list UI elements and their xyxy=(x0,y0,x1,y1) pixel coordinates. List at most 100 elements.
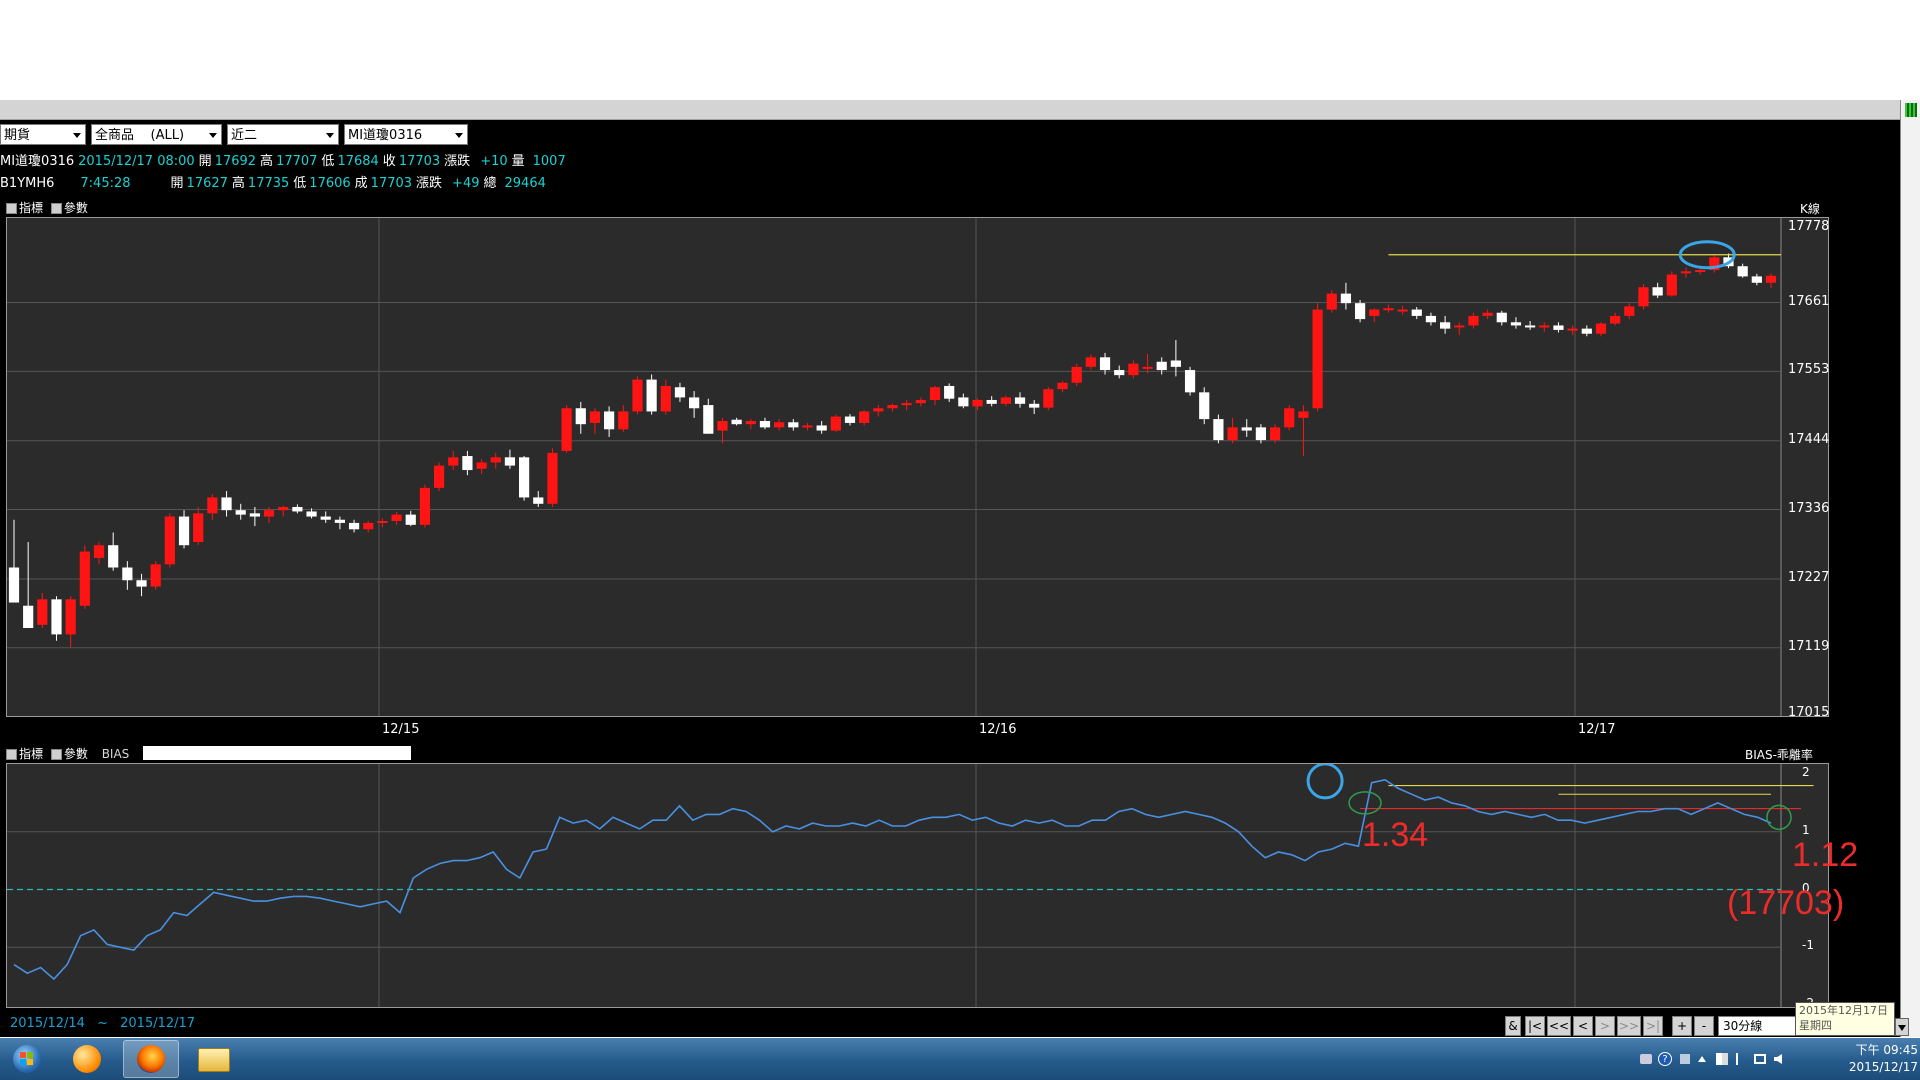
candle-body xyxy=(901,403,912,406)
candle-body xyxy=(334,519,345,523)
chevron-down-icon xyxy=(73,133,81,138)
scroll-down-button[interactable] xyxy=(1895,1018,1909,1036)
candle-body xyxy=(1312,309,1323,409)
zoom-out-button[interactable]: - xyxy=(1694,1016,1714,1036)
volume-icon[interactable] xyxy=(1774,1054,1782,1064)
taskbar-firefox[interactable] xyxy=(123,1040,179,1078)
candle-body xyxy=(660,385,671,412)
product-select[interactable]: 全商品 (ALL) xyxy=(91,124,222,145)
candle-body xyxy=(164,516,175,565)
candle-body xyxy=(1043,389,1054,408)
quote-datetime: 2015/12/17 08:00 xyxy=(78,154,195,169)
price-tick-label: 17661 xyxy=(1788,293,1830,309)
candle-body xyxy=(193,513,204,543)
forward-button[interactable]: > xyxy=(1595,1016,1615,1036)
candle-body xyxy=(887,405,898,409)
candle-body xyxy=(1610,315,1621,324)
candle-body xyxy=(1071,366,1082,383)
date-tooltip: 2015年12月17日 星期四 xyxy=(1795,1002,1895,1036)
taskbar-explorer[interactable] xyxy=(185,1040,241,1078)
market-select-value: 期貨 xyxy=(4,128,31,143)
candle-body xyxy=(1369,309,1380,316)
param-icon xyxy=(50,203,62,214)
candle-body xyxy=(391,514,402,522)
candle-body xyxy=(717,420,728,431)
taskbar-clock[interactable]: 下午 09:45 2015/12/17 xyxy=(1818,1042,1918,1076)
bias-tick-label: 2 xyxy=(1802,765,1810,779)
candle-body xyxy=(150,564,161,587)
indicator-button[interactable]: 指標 xyxy=(6,747,43,761)
fast-forward-button[interactable]: >> xyxy=(1617,1016,1641,1036)
windows-flag-icon[interactable] xyxy=(1716,1053,1728,1065)
indicator-button-label: 指標 xyxy=(19,201,44,215)
last-page-button[interactable]: >| xyxy=(1643,1016,1663,1036)
param-button-label: 參數 xyxy=(63,201,88,215)
clock-date: 2015/12/17 xyxy=(1848,1060,1918,1074)
date-range-from: 2015/12/14 xyxy=(10,1016,85,1031)
indicator-button[interactable]: 指標 xyxy=(6,201,43,215)
zoom-in-button[interactable]: + xyxy=(1672,1016,1692,1036)
back-button[interactable]: < xyxy=(1573,1016,1593,1036)
right-scrollbar[interactable] xyxy=(1900,100,1920,1037)
candle-body xyxy=(1014,397,1026,404)
action-center-flag-icon[interactable] xyxy=(1736,1053,1748,1065)
windows-logo-icon xyxy=(13,1045,41,1073)
contract-month-select[interactable]: 近二 xyxy=(227,124,339,145)
candle-body xyxy=(278,506,289,511)
candle-body xyxy=(1624,306,1635,316)
candle-body xyxy=(618,411,629,430)
candle-body xyxy=(419,487,431,525)
ime-icon[interactable] xyxy=(1680,1054,1690,1064)
candle-body xyxy=(986,399,997,404)
tooltip-date: 2015年12月17日 xyxy=(1799,1004,1888,1017)
bias-panel[interactable] xyxy=(6,763,1829,1008)
fast-back-button[interactable]: << xyxy=(1547,1016,1571,1036)
candle-body xyxy=(462,456,473,471)
candle-body xyxy=(1099,357,1111,371)
candle-body xyxy=(1567,328,1578,331)
candle-body xyxy=(830,416,841,431)
quote-symbol: B1YMH6 xyxy=(0,176,55,191)
date-range-to: 2015/12/17 xyxy=(120,1016,196,1031)
tray-expand-icon[interactable] xyxy=(1698,1056,1706,1062)
param-button[interactable]: 參數 xyxy=(50,201,88,215)
candle-body xyxy=(65,599,76,635)
annotation-bias-peak: 1.34 xyxy=(1362,816,1429,854)
chevron-down-icon xyxy=(1898,1025,1906,1031)
candle-body xyxy=(533,497,544,504)
open-value: 17627 xyxy=(186,176,228,191)
param-button[interactable]: 參數 xyxy=(50,747,88,761)
mode-button[interactable]: & xyxy=(1505,1016,1521,1036)
candle-body xyxy=(1114,370,1125,376)
candle-body xyxy=(604,411,615,430)
candle-body xyxy=(1184,370,1196,393)
candle-body xyxy=(547,452,558,504)
change-label: 漲跌 xyxy=(416,176,443,191)
market-select[interactable]: 期貨 xyxy=(0,124,86,145)
bottom-bar: 2015/12/14 ~ 2015/12/17 xyxy=(0,1010,1900,1037)
candle-body xyxy=(1326,293,1337,310)
date-tick-label: 12/17 xyxy=(1578,722,1616,737)
taskbar-app-orange[interactable] xyxy=(64,1040,110,1078)
chevron-down-icon xyxy=(209,133,217,138)
candlestick-panel[interactable] xyxy=(6,217,1829,717)
candle-body xyxy=(263,510,275,517)
candle-body xyxy=(1765,275,1777,283)
symbol-select[interactable]: MI道瓊0316 xyxy=(344,124,468,145)
bias-peak-circle xyxy=(1306,764,1344,800)
interval-select[interactable]: 30分線 xyxy=(1718,1016,1796,1036)
change-value: +10 xyxy=(480,154,508,169)
candle-body xyxy=(1397,309,1408,312)
keyboard-icon[interactable] xyxy=(1640,1054,1652,1064)
indicator-name: BIAS xyxy=(101,747,130,761)
first-page-button[interactable]: |< xyxy=(1525,1016,1545,1036)
bias-tick-label: 1 xyxy=(1802,822,1810,837)
indicator-button-label: 指標 xyxy=(19,747,44,761)
last-label: 成 xyxy=(354,176,368,191)
start-button[interactable] xyxy=(4,1040,50,1078)
close-value: 17703 xyxy=(398,154,441,169)
network-icon[interactable] xyxy=(1754,1054,1766,1064)
param-icon xyxy=(50,749,62,760)
date-tick-label: 12/16 xyxy=(979,722,1017,737)
help-icon[interactable]: ? xyxy=(1658,1052,1672,1066)
